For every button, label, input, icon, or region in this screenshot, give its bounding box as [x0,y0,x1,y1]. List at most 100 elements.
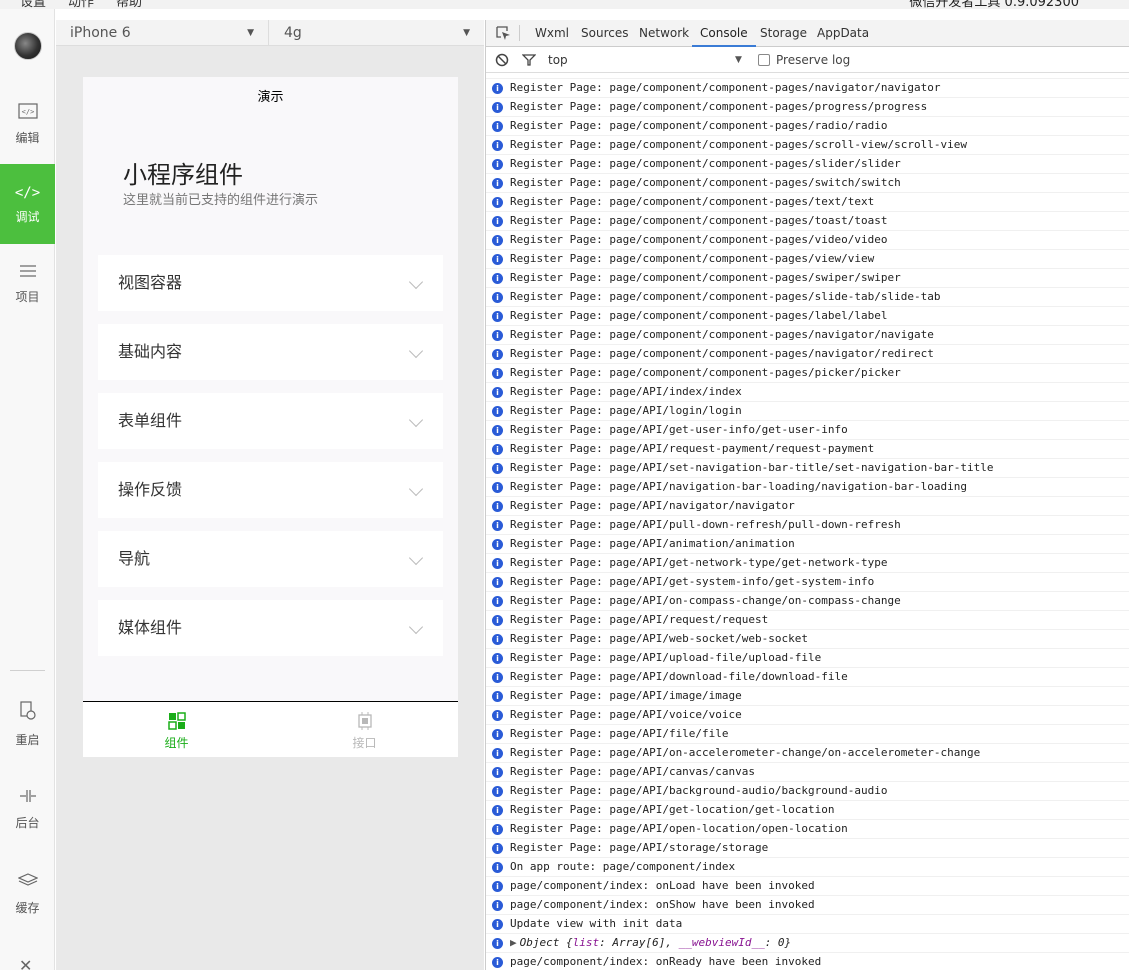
log-row: i Update view with init data [486,915,1129,934]
svg-text:</>: </> [21,108,34,116]
clear-console-icon[interactable] [495,53,509,67]
console-toolbar: top ▼ Preserve log [486,48,1129,73]
log-text: Register Page: page/component/component-… [510,309,888,322]
info-icon: i [492,406,503,417]
sidebar-item-restart[interactable]: 重启 [0,684,55,764]
log-text: Register Page: page/component/component-… [510,271,901,284]
log-row-object[interactable]: i ▶ Object {list: Array[6], __webviewId__… [486,934,1129,953]
menu-item-media[interactable]: 媒体组件 [98,600,443,656]
chevron-down-icon [408,343,424,359]
page-title: 演示 [257,90,284,105]
log-row: i Register Page: page/API/on-compass-chan… [486,592,1129,611]
sidebar-item-cache[interactable]: 缓存 [0,854,55,934]
log-row: i Register Page: page/API/background-audi… [486,782,1129,801]
object-preview[interactable]: ▶ Object {list: Array[6], __webviewId__: … [510,934,791,952]
log-row: i Register Page: page/component/component… [486,136,1129,155]
log-text: Register Page: page/API/upload-file/uplo… [510,651,822,664]
log-text: Register Page: page/API/on-compass-chang… [510,594,901,607]
sidebar-item-label: 后台 [15,815,40,830]
code-brackets-icon: </> [14,184,41,201]
avatar[interactable] [13,32,42,60]
log-row: i Register Page: page/component/component… [486,364,1129,383]
info-icon: i [492,273,503,284]
log-text: Register Page: page/API/request/request [510,613,769,626]
network-select-value: 4g [284,25,302,41]
log-row: i Register Page: page/API/request/request [486,611,1129,630]
menu-item-navigation[interactable]: 导航 [98,531,443,587]
tab-components[interactable]: 组件 [83,702,270,757]
log-row: i Register Page: page/API/voice/voice [486,706,1129,725]
log-text: Register Page: page/API/download-file/do… [510,670,848,683]
menu-actions[interactable]: 动作 [68,0,94,10]
tab-bar: 组件 接口 [83,701,458,757]
log-text: Register Page: page/component/component-… [510,214,888,227]
filter-icon[interactable] [522,53,536,67]
log-text: Register Page: page/API/set-navigation-b… [510,461,994,474]
toolbar-divider [519,25,520,41]
info-icon: i [492,672,503,683]
chip-icon [357,712,372,730]
menu-item-view-containers[interactable]: 视图容器 [98,255,443,311]
info-icon: i [492,159,503,170]
sidebar-item-background[interactable]: 后台 [0,769,55,849]
info-icon: i [492,102,503,113]
device-select[interactable]: iPhone 6 ▼ [56,20,269,46]
menu-item-feedback[interactable]: 操作反馈 [98,462,443,518]
inspect-element-icon[interactable] [495,25,511,41]
tab-sources[interactable]: Sources [573,20,636,47]
log-row: i Register Page: page/API/image/image [486,687,1129,706]
user-avatar-box[interactable] [0,21,55,71]
log-row: i Register Page: page/API/navigator/navig… [486,497,1129,516]
log-text: Register Page: page/component/component-… [510,100,928,113]
menu-item-form-components[interactable]: 表单组件 [98,393,443,449]
log-text: Register Page: page/component/component-… [510,290,941,303]
network-select[interactable]: 4g ▼ [270,20,484,46]
tab-network[interactable]: Network [631,20,697,47]
log-text: Register Page: page/API/open-location/op… [510,822,848,835]
code-window-icon: </> [17,102,38,123]
context-select[interactable]: top [548,48,568,73]
log-text: Register Page: page/component/component-… [510,366,901,379]
chevron-down-icon [408,481,424,497]
tab-appdata[interactable]: AppData [809,20,877,47]
log-text: page/component/index: onReady have been … [510,955,822,968]
log-text: Register Page: page/API/request-payment/… [510,442,875,455]
info-icon: i [492,235,503,246]
sidebar-item-debug[interactable]: </> 调试 [0,164,55,244]
expand-triangle-icon[interactable]: ▶ [510,936,517,949]
tab-console[interactable]: Console [692,20,756,47]
chevron-down-icon[interactable]: ▼ [735,48,742,73]
log-row: i Register Page: page/API/get-system-info… [486,573,1129,592]
log-text: Register Page: page/API/file/file [510,727,729,740]
log-text: Register Page: page/component/component-… [510,195,875,208]
object-key: list [572,936,600,949]
restart-icon [19,700,37,725]
sidebar-item-label: 缓存 [15,900,40,915]
tab-storage[interactable]: Storage [752,20,815,47]
object-value: : 0} [764,936,792,949]
sidebar-item-project[interactable]: 项目 [0,244,55,324]
tab-wxml[interactable]: Wxml [527,20,577,47]
info-icon: i [492,292,503,303]
simulator-panel: iPhone 6 ▼ 4g ▼ 演示 小程序组件 这里就当前已支持的组件进行演示… [56,20,484,970]
log-text: Update view with init data [510,917,683,930]
info-icon: i [492,121,503,132]
menu-item-basic-content[interactable]: 基础内容 [98,324,443,380]
menu-help[interactable]: 帮助 [116,0,142,10]
info-icon: i [492,615,503,626]
log-text: Register Page: page/API/pull-down-refres… [510,518,901,531]
chevron-down-icon: ▼ [463,28,470,38]
close-icon[interactable]: ✕ [19,956,32,970]
log-row: i On app route: page/component/index [486,858,1129,877]
preserve-log-checkbox[interactable] [758,54,770,66]
log-row: i Register Page: page/API/get-location/ge… [486,801,1129,820]
tab-api[interactable]: 接口 [271,702,458,757]
log-row: i page/component/index: onReady have bee… [486,953,1129,970]
sidebar-item-edit[interactable]: </> 编辑 [0,84,55,164]
hero-title: 小程序组件 [123,161,243,189]
info-icon: i [492,577,503,588]
log-row: i Register Page: page/API/get-network-typ… [486,554,1129,573]
chevron-down-icon [408,550,424,566]
sidebar-item-label: 编辑 [15,130,40,145]
info-icon: i [492,862,503,873]
